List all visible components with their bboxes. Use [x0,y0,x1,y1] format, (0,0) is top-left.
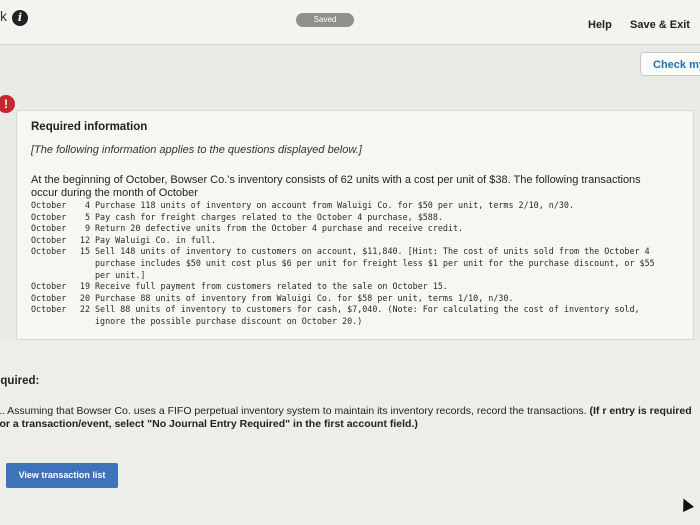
transaction-day: 4 [84,200,90,210]
transaction-row: October 12 Pay Waluigi Co. in full. [31,235,671,247]
transaction-month: October [31,246,67,257]
transaction-day: 15 [79,246,90,257]
transaction-description: Receive full payment from customers rela… [95,281,448,292]
transaction-row: October 22 Sell 88 units of inventory to… [31,304,671,327]
transaction-month: October [31,211,67,222]
save-exit-link[interactable]: Save & Exit [630,19,690,31]
transaction-day: 19 [79,281,90,292]
transaction-description: Pay cash for freight charges related to … [95,211,443,222]
transaction-month: October [31,234,67,245]
transaction-description: Return 20 defective units from the Octob… [95,223,464,234]
transaction-description: Sell 88 units of inventory to customers … [95,304,640,326]
transaction-month: October [31,304,67,315]
check-my-work-button[interactable]: Check my [640,52,700,76]
info-note: [The following information applies to th… [31,144,362,156]
transaction-row: October 4 Purchase 118 units of inventor… [31,200,671,212]
transaction-row: October 19 Receive full payment from cus… [31,281,671,293]
top-bar: k i Saved Help Save & Exit [0,0,700,45]
transaction-row: October 9 Return 20 defective units from… [31,223,671,235]
transaction-month: October [31,292,67,303]
required-information-card: Required information [The following info… [16,110,694,340]
transaction-day: 12 [79,234,90,245]
transaction-description: Purchase 88 units of inventory from Walu… [95,292,514,303]
transaction-month: October [31,223,67,234]
transaction-description: Purchase 118 units of inventory on accou… [95,200,575,210]
required-information-title: Required information [31,121,148,133]
transaction-day: 9 [84,223,90,234]
transaction-row: October 20 Purchase 88 units of inventor… [31,293,671,305]
required-label: equired: [0,375,40,387]
transaction-description: Sell 148 units of inventory to customers… [95,246,655,280]
transaction-list: October 4 Purchase 118 units of inventor… [31,200,671,328]
transaction-day: 22 [79,304,90,315]
alert-badge: ! [0,95,15,113]
transaction-row: October 15 Sell 148 units of inventory t… [31,246,671,281]
intro-paragraph: At the beginning of October, Bowser Co.'… [31,174,641,199]
transaction-description: Pay Waluigi Co. in full. [95,234,217,245]
saved-status-badge: Saved [296,13,354,27]
transaction-day: 5 [84,211,90,222]
help-link[interactable]: Help [588,19,612,31]
transaction-day: 20 [79,292,90,303]
view-transaction-list-button[interactable]: View transaction list [6,463,118,488]
question-text: 1. Assuming that Bowser Co. uses a FIFO … [0,405,700,431]
transaction-row: October 5 Pay cash for freight charges r… [31,212,671,224]
transaction-month: October [31,200,67,210]
prev-nav-text[interactable]: k [0,8,7,24]
question-section: equired: 1. Assuming that Bowser Co. use… [0,340,700,525]
transaction-month: October [31,281,67,292]
info-icon[interactable]: i [12,10,28,26]
question-main: 1. Assuming that Bowser Co. uses a FIFO … [0,405,590,417]
